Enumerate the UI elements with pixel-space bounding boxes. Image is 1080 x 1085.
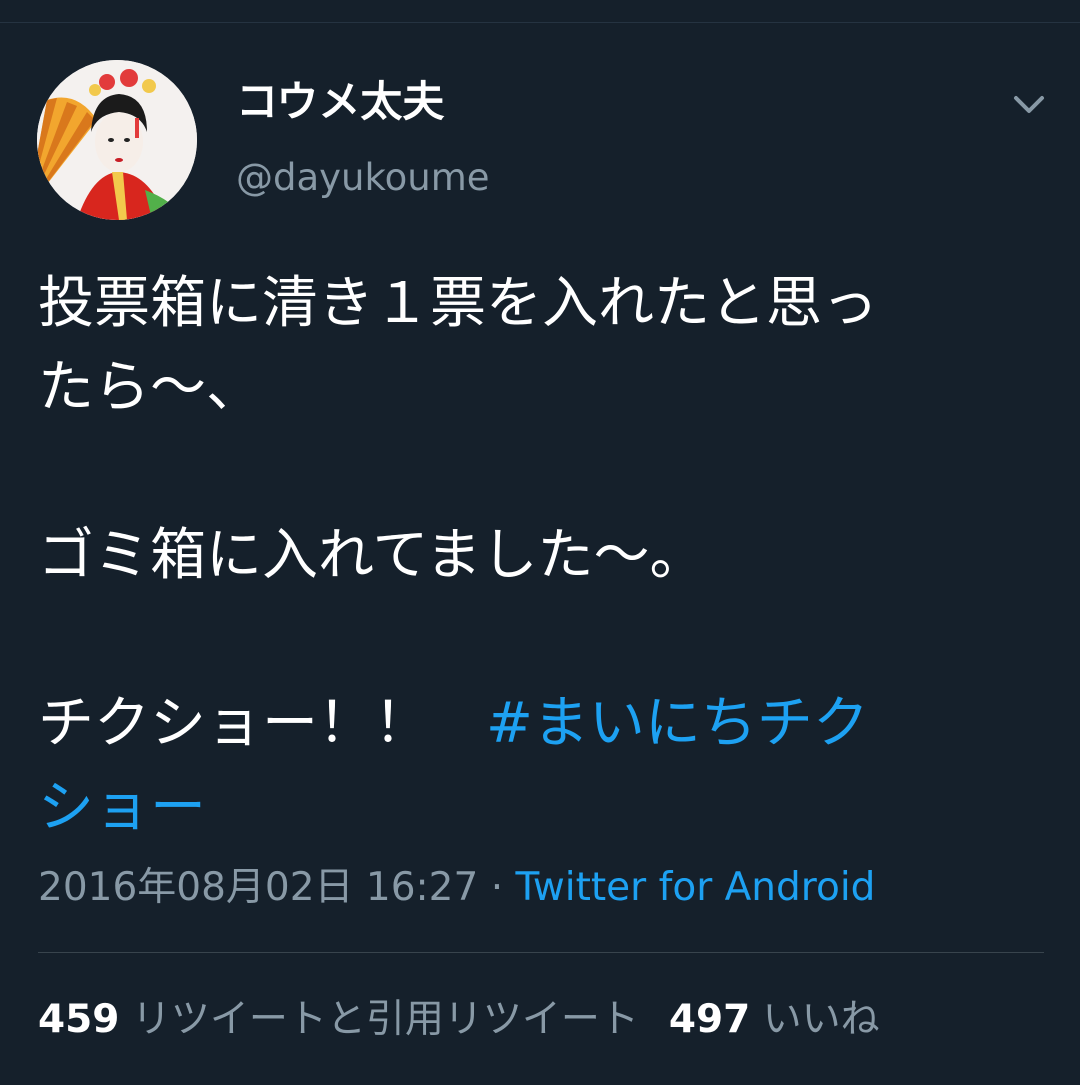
author-handle[interactable]: @dayukoume: [236, 152, 490, 204]
user-avatar-image: [37, 60, 197, 220]
tweet-text-line: 投票箱に清き１票を入れたと思っ: [38, 271, 878, 336]
retweet-count: 459: [38, 997, 120, 1042]
top-divider: [0, 22, 1080, 23]
tweet-source-link[interactable]: Twitter for Android: [516, 865, 876, 910]
tweet-detail-page: コウメ太夫 @dayukoume 投票箱に清き１票を入れたと思っ たら〜、 ゴミ…: [0, 0, 1080, 1085]
retweets-stat[interactable]: 459 リツイートと引用リツイート: [38, 997, 639, 1042]
tweet-meta: 2016年08月02日 16:27 · Twitter for Android: [38, 862, 875, 914]
user-avatar[interactable]: [37, 60, 197, 220]
like-label: いいね: [762, 997, 880, 1042]
hashtag-link[interactable]: #まいにちチク: [486, 691, 869, 756]
tweet-text-line: ゴミ箱に入れてました〜。: [38, 523, 706, 588]
tweet-menu-button[interactable]: [1004, 84, 1054, 124]
tweet-text-blank-line: [38, 430, 1048, 514]
tweet-text-line-with-hashtag: チクショー！！ #まいにちチク: [38, 682, 1048, 766]
chevron-down-icon: [1014, 96, 1044, 113]
tweet-text: 投票箱に清き１票を入れたと思っ たら〜、 ゴミ箱に入れてました〜。 チクショー！…: [38, 262, 1048, 850]
tweet-text-segment: チクショー！！: [38, 691, 486, 756]
meta-separator: ·: [478, 865, 516, 910]
retweet-label: リツイートと引用リツイート: [131, 997, 639, 1042]
likes-stat[interactable]: 497 いいね: [669, 997, 880, 1042]
tweet-timestamp[interactable]: 2016年08月02日 16:27: [38, 865, 478, 910]
author-display-name[interactable]: コウメ太夫: [236, 74, 444, 130]
tweet-stats: 459 リツイートと引用リツイート 497 いいね: [38, 993, 880, 1047]
like-count: 497: [668, 997, 751, 1042]
tweet-text-line: たら〜、: [38, 355, 262, 420]
tweet-text-blank-line: [38, 598, 1048, 682]
hashtag-link-continued[interactable]: ショー: [38, 775, 206, 840]
tweet-text-line: ショー: [38, 766, 1048, 850]
stats-divider: [38, 952, 1044, 953]
